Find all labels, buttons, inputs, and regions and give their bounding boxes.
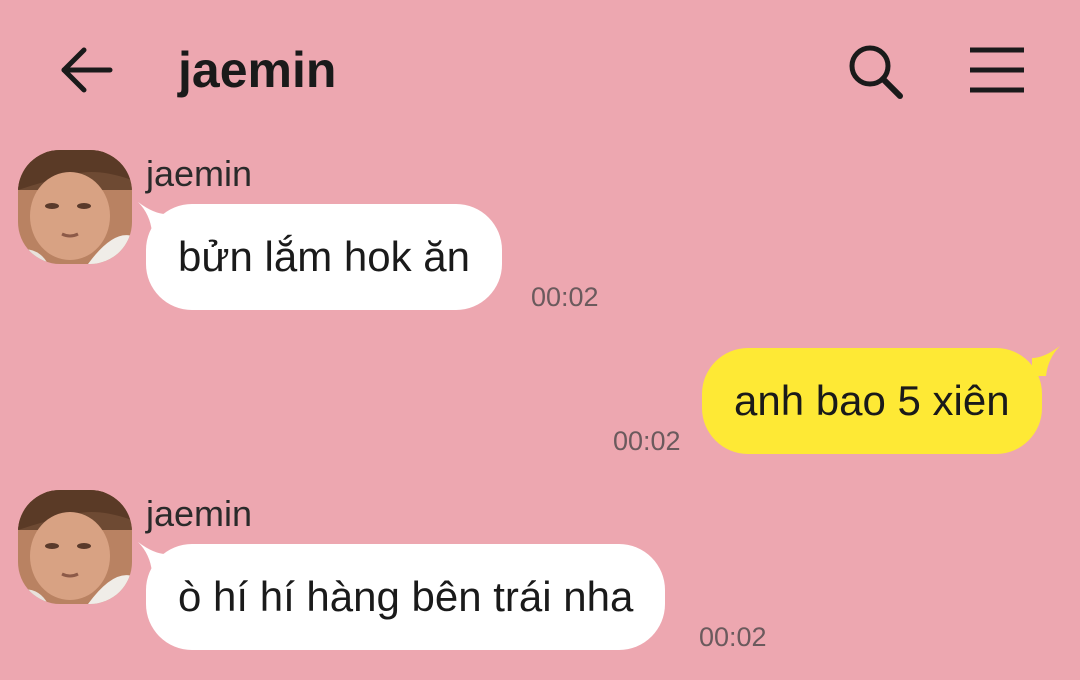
message-bubble[interactable]: ò hí hí hàng bên trái nha xyxy=(146,544,666,650)
avatar[interactable] xyxy=(18,150,132,264)
sender-name: jaemin xyxy=(146,153,253,194)
chat-header: jaemin xyxy=(0,0,1080,140)
message-timestamp: 00:02 xyxy=(613,426,681,456)
chat-title: jaemin xyxy=(178,42,337,98)
message-bubble[interactable]: anh bao 5 xiên xyxy=(702,348,1042,454)
profile-photo xyxy=(18,490,132,604)
message-timestamp: 00:02 xyxy=(699,622,767,652)
avatar[interactable] xyxy=(18,490,132,604)
sender-name: jaemin xyxy=(146,493,253,534)
bubble-tail xyxy=(1032,346,1060,376)
hamburger-menu-icon xyxy=(970,47,1024,93)
back-button[interactable] xyxy=(54,40,118,100)
menu-button[interactable] xyxy=(964,40,1030,100)
message-timestamp: 00:02 xyxy=(531,282,599,312)
message-bubble[interactable]: bửn lắm hok ăn xyxy=(146,204,502,310)
arrow-left-icon xyxy=(61,47,113,93)
search-button[interactable] xyxy=(842,38,908,104)
search-icon xyxy=(849,45,903,99)
profile-photo xyxy=(18,150,132,264)
